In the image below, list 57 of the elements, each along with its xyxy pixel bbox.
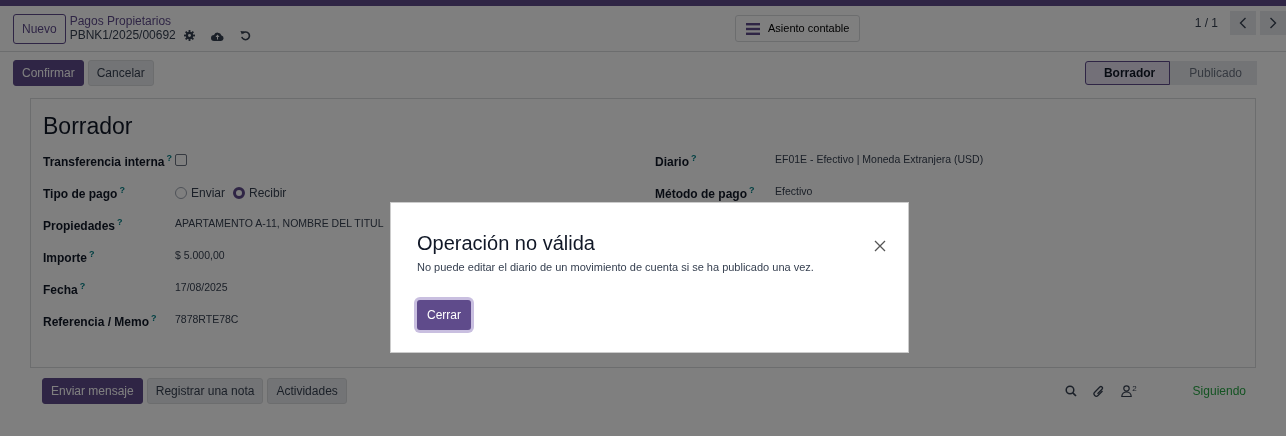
dialog-message: No puede editar el diario de un movimiento de cuenta si se ha publicado una vez.	[417, 260, 815, 275]
next-button[interactable]	[1260, 10, 1286, 35]
field-value: 17/08/2025	[175, 279, 228, 295]
status-step[interactable]: Publicado	[1170, 61, 1257, 85]
field-value: APARTAMENTO A-11, NOMBRE DEL TITUL	[175, 215, 384, 231]
help-icon[interactable]: ?	[166, 152, 172, 163]
previous-button[interactable]	[1230, 10, 1256, 35]
help-icon[interactable]: ?	[89, 248, 95, 259]
search-icon[interactable]	[1065, 385, 1078, 397]
help-icon[interactable]: ?	[117, 216, 123, 227]
field-label: Transferencia interna	[43, 154, 165, 169]
chevron-left-icon	[1239, 16, 1247, 29]
pager-value: 1 / 1	[1194, 14, 1218, 32]
field-value: EF01E - Efectivo | Moneda Extranjera (USD)	[775, 151, 984, 167]
journal-entry-button[interactable]: Asiento contable	[735, 15, 861, 42]
action-button[interactable]: Cancelar	[87, 60, 154, 86]
field-label: Método de pago	[655, 186, 747, 201]
field-label: Propiedades	[43, 218, 116, 233]
paperclip-icon[interactable]	[1093, 384, 1106, 398]
radio-label: Enviar	[191, 184, 225, 202]
help-icon[interactable]: ?	[119, 184, 125, 195]
help-icon[interactable]: ?	[151, 312, 157, 323]
field-label: Fecha	[43, 282, 78, 297]
radio-option[interactable]: Enviar	[175, 183, 225, 202]
field-label: Referencia / Memo	[43, 314, 150, 329]
field-label: Diario	[655, 154, 689, 169]
form-title: Borrador	[43, 112, 134, 141]
gear-icon[interactable]	[183, 30, 195, 41]
radio-option[interactable]: Recibir	[233, 183, 287, 202]
field-label: Tipo de pago	[43, 186, 118, 201]
followers-button[interactable]: 2	[1121, 385, 1137, 397]
chatter-button[interactable]: Registrar una nota	[146, 378, 264, 404]
field-label: Importe	[43, 250, 87, 265]
menu-icon	[746, 22, 761, 35]
radio-button[interactable]	[233, 186, 245, 199]
status-step[interactable]: Borrador	[1084, 61, 1171, 85]
chatter-button[interactable]: Enviar mensaje	[42, 378, 143, 404]
field-value: $ 5.000,00	[175, 247, 225, 263]
breadcrumb-link[interactable]: Pagos Propietarios	[69, 14, 251, 28]
dialog-title: Operación no válida	[417, 231, 595, 255]
field-value: Efectivo	[775, 183, 813, 199]
help-icon[interactable]: ?	[691, 152, 697, 163]
action-button[interactable]: Confirmar	[13, 60, 84, 86]
chatter-button[interactable]: Actividades	[267, 378, 347, 404]
radio-label: Recibir	[249, 184, 287, 202]
undo-icon[interactable]	[239, 30, 251, 41]
help-icon[interactable]: ?	[749, 184, 755, 195]
field-value: 7878RTE78C	[175, 311, 239, 327]
chevron-right-icon	[1269, 16, 1277, 29]
record-name: PBNK1/2025/00692	[69, 28, 176, 43]
close-button[interactable]: Cerrar	[417, 299, 471, 330]
checkbox[interactable]	[175, 153, 187, 166]
person-icon	[1121, 385, 1133, 397]
help-icon[interactable]: ?	[79, 280, 86, 291]
new-button[interactable]: Nuevo	[13, 13, 66, 44]
cloud-upload-icon[interactable]	[210, 30, 224, 41]
following-status[interactable]: Siguiendo	[1192, 382, 1246, 400]
